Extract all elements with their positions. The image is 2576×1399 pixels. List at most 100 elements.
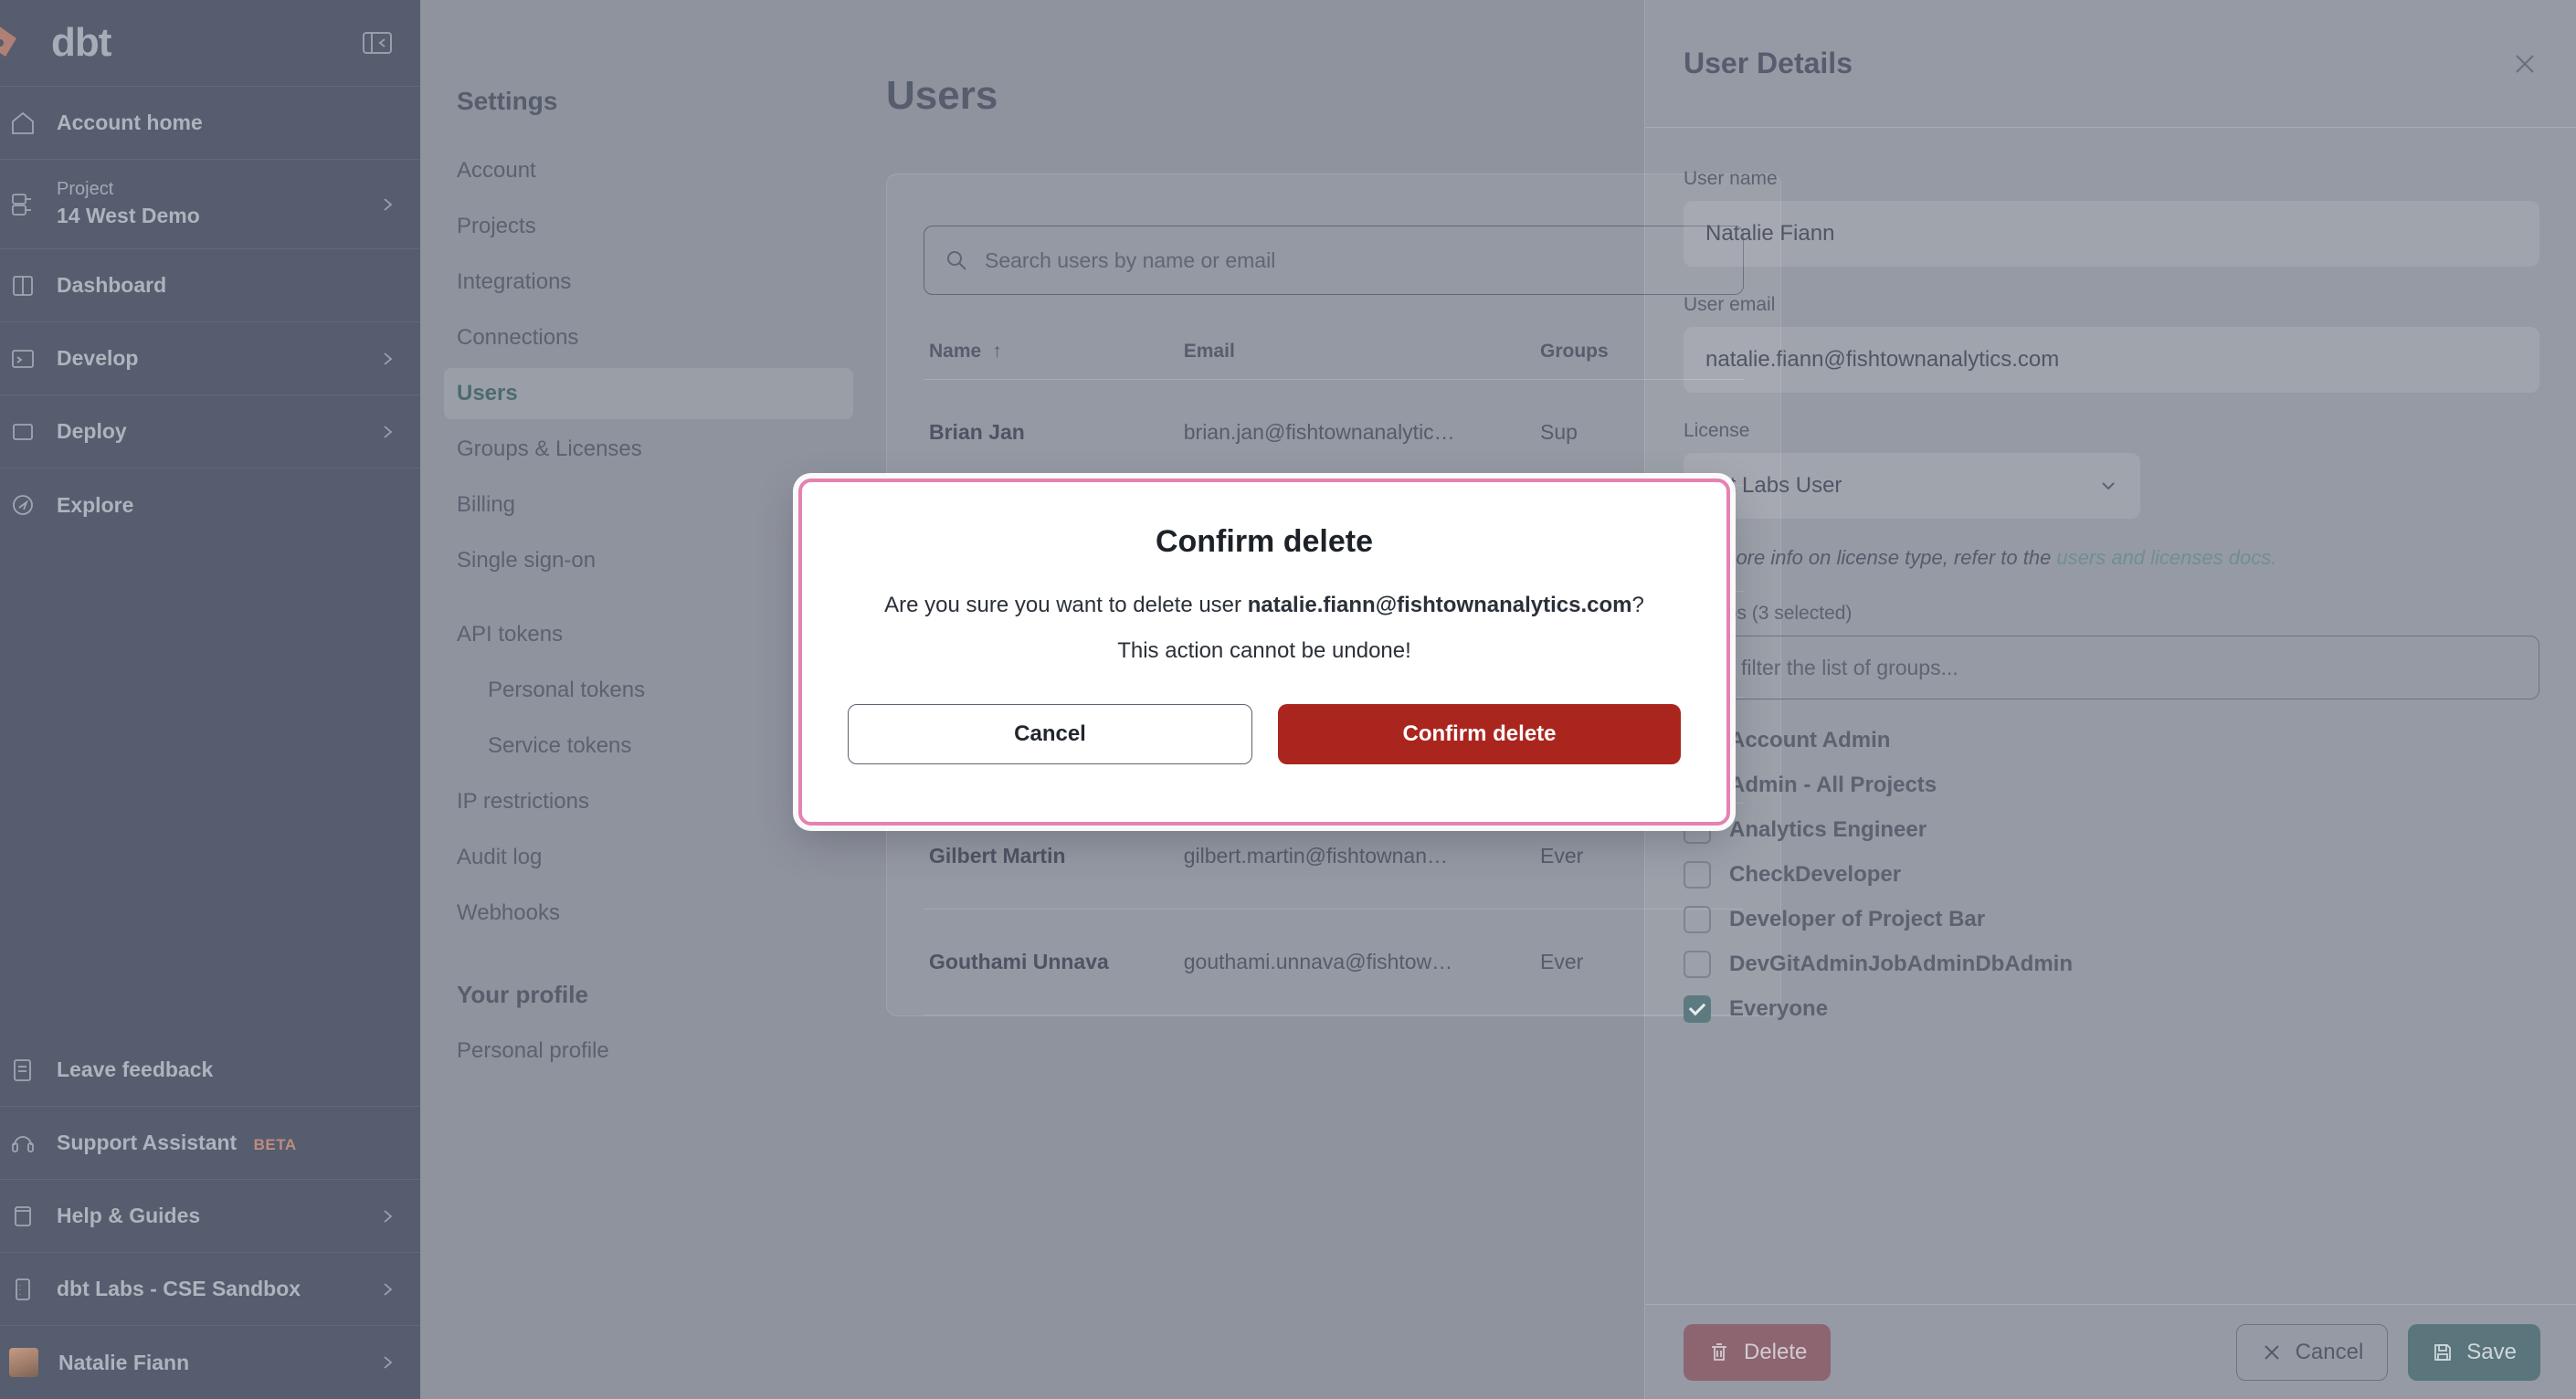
settings-heading: Settings (457, 87, 558, 115)
modal-message-prefix: Are you sure you want to delete user (884, 593, 1248, 617)
modal-title: Confirm delete (1155, 524, 1374, 559)
license-select[interactable]: dbt Labs User (1684, 453, 2140, 519)
sidebar-item-deploy[interactable]: Deploy (0, 395, 420, 468)
sidebar-item-label: Deploy (57, 419, 127, 443)
confirm-delete-modal: Confirm delete Are you sure you want to … (798, 479, 1730, 826)
sidebar-item-help-guides[interactable]: Help & Guides (0, 1180, 420, 1253)
sidebar-item-support-assistant[interactable]: Support Assistant BETA (0, 1107, 420, 1180)
close-icon[interactable] (2510, 49, 2539, 79)
checkbox-checked-icon[interactable] (1684, 994, 1711, 1023)
groups-checkbox-list[interactable]: Account Admin Admin - All Projects Analy… (1684, 718, 2539, 1025)
cell-name: Gouthami Unnava (929, 950, 1109, 973)
search-placeholder: Search users by name or email (985, 247, 1276, 272)
save-button[interactable]: Save (2408, 1323, 2540, 1381)
checkbox-unchecked-icon[interactable] (1684, 905, 1711, 933)
groups-filter-input[interactable]: filter the list of groups... (1684, 636, 2539, 700)
list-item[interactable]: Account Admin (1684, 718, 2539, 763)
column-header-email[interactable]: Email (1184, 341, 1540, 363)
group-label: DevGitAdminJobAdminDbAdmin (1729, 951, 2073, 976)
table-row[interactable]: Brian Jan brian.jan@fishtownanalytic… Su… (924, 380, 1744, 486)
sidebar-item-label: Leave feedback (57, 1057, 214, 1081)
x-icon (2261, 1341, 2283, 1363)
modal-warning: This action cannot be undone! (1117, 638, 1411, 663)
sidebar-item-label: Develop (57, 346, 139, 370)
group-label: Everyone (1729, 995, 1829, 1021)
modal-message-suffix: ? (1631, 593, 1644, 617)
modal-cancel-button[interactable]: Cancel (848, 704, 1252, 764)
chevron-right-icon (378, 423, 396, 441)
search-input[interactable]: Search users by name or email (924, 226, 1744, 295)
user-details-header: User Details (1645, 0, 2576, 128)
sidebar-item-user-menu[interactable]: Natalie Fiann (0, 1326, 420, 1399)
checkbox-unchecked-icon[interactable] (1684, 860, 1711, 889)
settings-nav-account[interactable]: Account (457, 145, 886, 196)
sidebar-item-label: Dashboard (57, 273, 167, 297)
cell-name: Brian Jan (929, 420, 1025, 444)
column-header-name[interactable]: Name ↑ (929, 341, 1184, 363)
dbt-logo-mark (0, 16, 46, 69)
project-icon (9, 191, 37, 218)
dbt-logo[interactable]: dbt (0, 16, 111, 69)
home-icon (9, 110, 37, 137)
sidebar-item-label: Help & Guides (57, 1204, 201, 1227)
sidebar-item-label: Account home (57, 110, 203, 134)
settings-nav-groups-licenses[interactable]: Groups & Licenses (457, 424, 886, 475)
cell-name: Gilbert Martin (929, 844, 1066, 868)
list-item[interactable]: Developer of Project Bar (1684, 897, 2539, 941)
modal-actions: Cancel Confirm delete (802, 664, 1726, 764)
cancel-button[interactable]: Cancel (2235, 1323, 2389, 1381)
cell-email: gouthami.unnava@fishtow… (1183, 950, 1453, 973)
settings-nav-projects[interactable]: Projects (457, 201, 886, 252)
floppy-disk-icon (2432, 1341, 2454, 1363)
primary-sidebar: dbt Account home Project 14 West Demo Da… (0, 0, 420, 1399)
list-item[interactable]: Admin - All Projects (1684, 763, 2539, 807)
checkbox-unchecked-icon[interactable] (1684, 950, 1711, 978)
sidebar-item-support-label-wrap: Support Assistant BETA (57, 1131, 396, 1155)
sidebar-item-explore[interactable]: Explore (0, 468, 420, 542)
sidebar-item-dashboard[interactable]: Dashboard (0, 249, 420, 322)
user-details-panel: User Details User name Natalie Fiann Use… (1644, 0, 2576, 1399)
feedback-icon (9, 1057, 37, 1084)
sidebar-bottom-group: Leave feedback Support Assistant BETA He… (0, 1034, 420, 1399)
settings-nav-personal-profile[interactable]: Personal profile (457, 1026, 886, 1077)
sidebar-item-project[interactable]: Project 14 West Demo (0, 160, 420, 249)
cell-email: brian.jan@fishtownanalytic… (1183, 420, 1455, 444)
sidebar-item-account-home[interactable]: Account home (0, 87, 420, 160)
settings-nav-connections[interactable]: Connections (457, 312, 886, 363)
delete-button[interactable]: Delete (1684, 1323, 1832, 1381)
help-icon (9, 1203, 37, 1230)
modal-message: Are you sure you want to delete user nat… (802, 593, 1726, 618)
sidebar-item-account-switcher[interactable]: dbt Labs - CSE Sandbox (0, 1253, 420, 1326)
user-name-label: User name (1684, 168, 1778, 189)
sidebar-item-develop[interactable]: Develop (0, 322, 420, 395)
group-label: Analytics Engineer (1729, 816, 1927, 842)
license-help-prefix: For more info on license type, refer to … (1684, 546, 2057, 569)
table-row[interactable]: Gouthami Unnava gouthami.unnava@fishtow…… (924, 910, 1744, 1015)
sidebar-item-leave-feedback[interactable]: Leave feedback (0, 1034, 420, 1107)
sidebar-item-label: Explore (57, 492, 134, 517)
chevron-right-icon (378, 195, 396, 214)
list-item[interactable]: CheckDeveloper (1684, 852, 2539, 897)
column-header-name-label: Name (929, 341, 982, 362)
user-name-field[interactable]: Natalie Fiann (1684, 201, 2539, 267)
develop-icon (9, 345, 37, 373)
modal-confirm-delete-button[interactable]: Confirm delete (1278, 704, 1681, 764)
settings-nav-webhooks[interactable]: Webhooks (457, 888, 886, 939)
license-label: License (1684, 420, 1750, 441)
search-icon (945, 248, 968, 272)
list-item[interactable]: Analytics Engineer (1684, 807, 2539, 852)
app-root: dbt Account home Project 14 West Demo Da… (0, 0, 2576, 1399)
chevron-right-icon (378, 1207, 396, 1225)
sidebar-header: dbt (0, 0, 420, 87)
account-icon (9, 1276, 37, 1303)
users-and-licenses-docs-link[interactable]: users and licenses docs. (2056, 546, 2276, 569)
settings-nav-audit-log[interactable]: Audit log (457, 832, 886, 883)
sidebar-item-sublabel: 14 West Demo (57, 204, 200, 228)
list-item[interactable]: Everyone (1684, 986, 2539, 1025)
panel-collapse-icon[interactable] (362, 29, 393, 57)
sidebar-item-label: Project (57, 179, 114, 200)
list-item[interactable]: DevGitAdminJobAdminDbAdmin (1684, 941, 2539, 986)
settings-nav-users[interactable]: Users (444, 368, 853, 419)
user-email-field[interactable]: natalie.fiann@fishtownanalytics.com (1684, 327, 2539, 393)
settings-nav-integrations[interactable]: Integrations (457, 257, 886, 308)
